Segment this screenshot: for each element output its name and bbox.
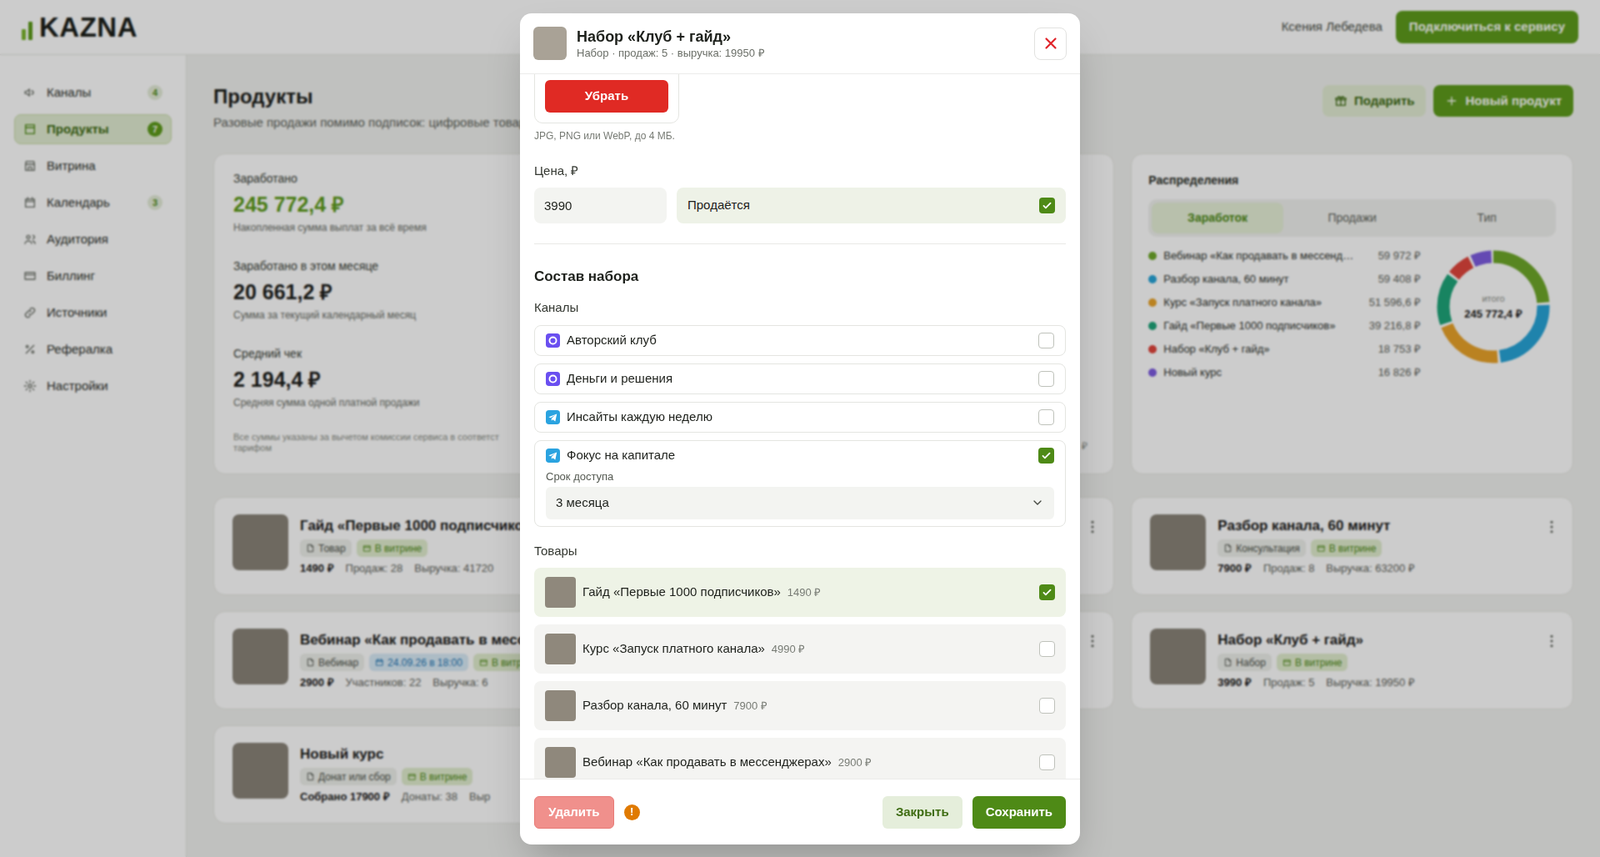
modal-footer: Удалить ! Закрыть Сохранить <box>520 778 1080 845</box>
save-button[interactable]: Сохранить <box>972 795 1066 829</box>
telegram-icon <box>545 410 560 425</box>
channel-checkbox[interactable] <box>1038 332 1055 349</box>
telegram-icon <box>545 448 560 463</box>
channel-checkbox[interactable] <box>1038 409 1055 425</box>
access-select[interactable]: 3 месяца <box>545 486 1055 520</box>
modal-subtitle: Набор · продаж: 5 · выручка: 19950 ₽ <box>576 45 765 60</box>
goods-thumbnail <box>545 576 576 608</box>
goods-checkbox[interactable] <box>1039 697 1055 714</box>
delete-button[interactable]: Удалить <box>534 795 615 829</box>
modal-thumbnail <box>533 26 567 60</box>
channel-name: Авторский клуб <box>566 330 657 350</box>
goods-row[interactable]: Курс «Запуск платного канала» 4990 ₽ <box>534 624 1066 674</box>
goods-name: Вебинар «Как продавать в мессенджерах» <box>582 752 832 772</box>
access-label: Срок доступа <box>545 470 1055 484</box>
goods-thumbnail <box>545 746 576 778</box>
image-upload[interactable]: Убрать <box>534 74 680 124</box>
close-button[interactable] <box>1034 27 1067 60</box>
channel-row[interactable]: Авторский клуб <box>534 325 1066 356</box>
price-label: Цена, ₽ <box>534 161 1066 181</box>
goods-thumbnail <box>545 633 576 665</box>
on-sale-label: Продаётся <box>687 195 750 215</box>
channel-name: Деньги и решения <box>566 369 673 389</box>
goods-row[interactable]: Гайд «Первые 1000 подписчиков» 1490 ₽ <box>534 567 1066 617</box>
close-modal-button[interactable]: Закрыть <box>882 795 963 829</box>
on-sale-checkbox[interactable] <box>1039 197 1055 214</box>
composition-title: Состав набора <box>534 265 1066 288</box>
goods-list: Гайд «Первые 1000 подписчиков» 1490 ₽ Курс… <box>534 567 1066 779</box>
goods-thumbnail <box>545 690 576 721</box>
divider <box>534 243 1066 245</box>
channel-row[interactable]: Фокус на капитале Срок доступа 3 месяца <box>534 440 1066 527</box>
goods-price: 4990 ₽ <box>771 640 806 658</box>
goods-checkbox[interactable] <box>1039 640 1055 657</box>
chevron-down-icon <box>1030 495 1045 510</box>
goods-name: Курс «Запуск платного канала» <box>582 639 765 659</box>
modal-header: Набор «Клуб + гайд» Набор · продаж: 5 · … <box>520 13 1080 75</box>
channel-name: Инсайты каждую неделю <box>566 407 713 427</box>
goods-label: Товары <box>534 541 1066 561</box>
channel-row[interactable]: Деньги и решения <box>534 363 1066 395</box>
goods-price: 2900 ₽ <box>838 754 873 771</box>
access-value: 3 месяца <box>555 493 610 513</box>
remove-image-button[interactable]: Убрать <box>545 80 669 113</box>
on-sale-toggle[interactable]: Продаётся <box>676 187 1066 224</box>
channel-checkbox[interactable] <box>1038 370 1055 387</box>
goods-row[interactable]: Вебинар «Как продавать в мессенджерах» 29… <box>534 737 1066 779</box>
goods-price: 1490 ₽ <box>787 584 822 601</box>
channel-row[interactable]: Инсайты каждую неделю <box>534 401 1066 433</box>
warning-icon[interactable]: ! <box>624 804 640 820</box>
channel-checkbox[interactable] <box>1038 447 1055 464</box>
goods-name: Гайд «Первые 1000 подписчиков» <box>582 582 781 602</box>
close-icon <box>1041 34 1060 53</box>
price-input[interactable] <box>534 187 667 224</box>
goods-name: Разбор канала, 60 минут <box>582 695 727 715</box>
channel-name: Фокус на капитале <box>566 445 675 465</box>
modal-body: Убрать JPG, PNG или WebP, до 4 МБ. Цена,… <box>520 74 1080 779</box>
goods-row[interactable]: Разбор канала, 60 минут 7900 ₽ <box>534 680 1066 730</box>
modal-title: Набор «Клуб + гайд» <box>576 27 765 46</box>
goods-checkbox[interactable] <box>1039 584 1055 600</box>
max-messenger-icon <box>545 371 560 386</box>
goods-price: 7900 ₽ <box>733 697 768 715</box>
image-hint: JPG, PNG или WebP, до 4 МБ. <box>534 128 1066 144</box>
max-messenger-icon <box>545 333 560 348</box>
channel-list: Авторский клуб Деньги и решения Инсайты ка… <box>534 325 1066 527</box>
goods-checkbox[interactable] <box>1039 754 1055 770</box>
product-modal: Набор «Клуб + гайд» Набор · продаж: 5 · … <box>520 13 1080 845</box>
channels-label: Каналы <box>534 298 1066 318</box>
